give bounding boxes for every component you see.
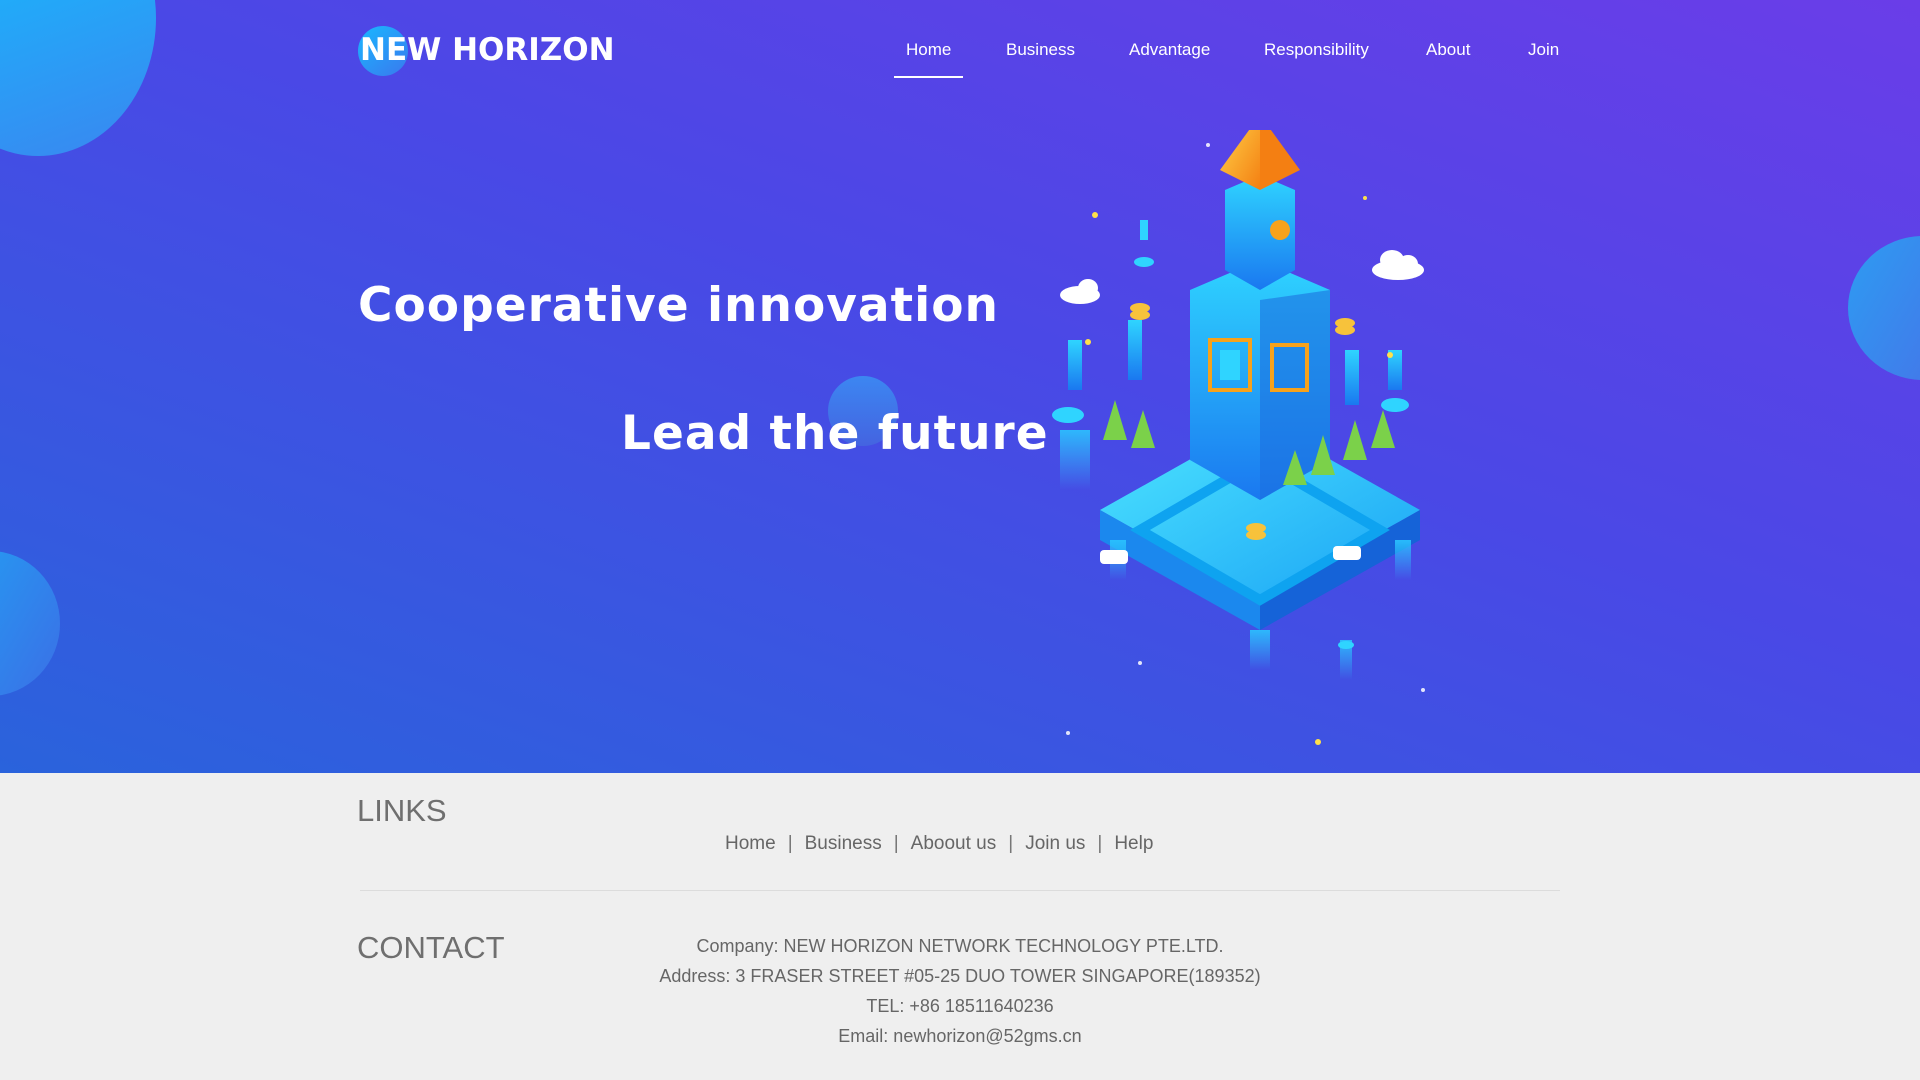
link-separator: |	[893, 833, 899, 854]
footer-link-about-us[interactable]: Aboout us	[911, 833, 997, 854]
footer-link-help[interactable]: Help	[1114, 833, 1153, 854]
link-separator: |	[1097, 833, 1103, 854]
nav-item-join[interactable]: Join	[1528, 30, 1559, 78]
footer: LINKS Home | Business | Aboout us | Join us | He…	[0, 773, 1920, 1080]
decorative-circle	[1848, 236, 1920, 380]
nav-item-responsibility[interactable]: Responsibility	[1264, 30, 1369, 78]
contact-tel: TEL: +86 18511640236	[866, 996, 1054, 1016]
logo-text: NEW HORIZON	[360, 32, 615, 68]
link-separator: |	[787, 833, 793, 854]
hero-headline-primary: Cooperative innovation	[358, 278, 999, 333]
contact-heading: CONTACT	[357, 930, 505, 965]
footer-link-business[interactable]: Business	[805, 833, 882, 854]
decorative-circle	[0, 0, 156, 156]
contact-address: Address: 3 FRASER STREET #05-25 DUO TOWE…	[659, 966, 1261, 986]
isometric-city-illustration	[1052, 130, 1425, 745]
contact-email[interactable]: Email: newhorizon@52gms.cn	[560, 1021, 1360, 1051]
nav-item-advantage[interactable]: Advantage	[1129, 30, 1210, 78]
nav-item-about[interactable]: About	[1426, 30, 1470, 78]
footer-link-join-us[interactable]: Join us	[1025, 833, 1085, 854]
hero-headline-secondary: Lead the future	[621, 406, 1049, 461]
nav-item-home[interactable]: Home	[893, 30, 964, 78]
link-separator: |	[1008, 833, 1014, 854]
logo[interactable]: NEW HORIZON	[358, 24, 615, 76]
footer-links: Home | Business | Aboout us | Join us | Help	[725, 833, 1153, 855]
nav-item-business[interactable]: Business	[1006, 30, 1075, 78]
decorative-circle	[0, 551, 60, 696]
footer-link-home[interactable]: Home	[725, 833, 776, 854]
links-heading: LINKS	[357, 793, 447, 828]
contact-company: Company: NEW HORIZON NETWORK TECHNOLOGY …	[696, 936, 1224, 956]
footer-divider	[360, 890, 1560, 891]
contact-info: Company: NEW HORIZON NETWORK TECHNOLOGY …	[560, 931, 1360, 1051]
hero-banner: NEW HORIZON Home Business Advantage Resp…	[0, 0, 1920, 773]
